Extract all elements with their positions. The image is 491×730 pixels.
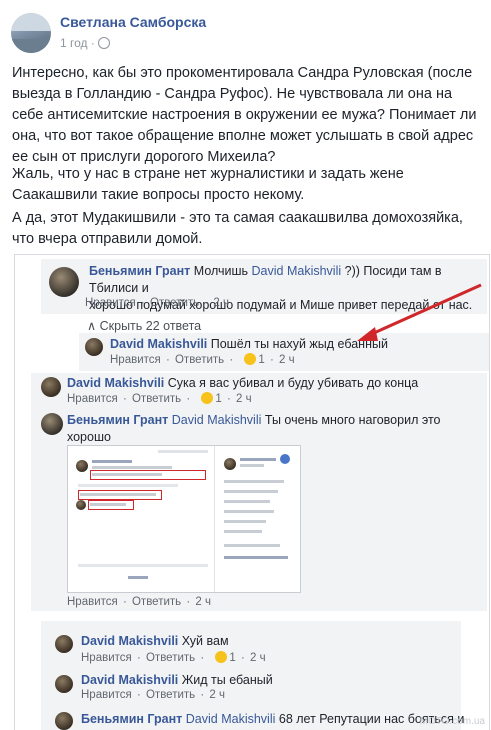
commenter-avatar[interactable] [55,635,73,653]
post-author[interactable]: Светлана Самборска [60,14,206,30]
comment-text: David Makishvili Жид ты ебаный [81,673,273,687]
post-paragraph-1: Интересно, как бы это прокоментировала С… [12,65,477,165]
commenter-name[interactable]: David Makishvili [81,673,178,687]
comment-time[interactable]: 2 ч [236,393,252,405]
commenter-avatar[interactable] [55,675,73,693]
watermark: MOTO.com.ua [419,716,485,727]
commenter-name[interactable]: David Makishvili [67,376,164,390]
like-button[interactable]: Нравится [67,393,118,405]
like-button[interactable]: Нравится [67,596,118,608]
comment-actions: Нравится · Ответить · 1 · 2 ч [81,651,266,664]
post-paragraph-3: А да, этот Мудакишвили - это та самая са… [12,210,463,247]
haha-reaction-icon[interactable] [201,392,214,404]
reply-button[interactable]: Ответить [146,689,195,701]
author-avatar[interactable] [11,13,51,53]
comment-text: Беньямин Грант David Makishvili 68 лет Р… [81,712,465,726]
commenter-name[interactable]: Беньямин Грант [67,413,168,427]
meta-dot: · [90,36,95,50]
mention-link[interactable]: David Makishvili [172,413,262,427]
like-button[interactable]: Нравится [81,652,132,664]
comments-screenshot: Беньямин Грант Молчишь David Makishvili … [14,254,490,730]
globe-icon[interactable] [98,37,111,49]
commenter-avatar[interactable] [55,712,73,730]
comment-text: Беньямин Грант David Makishvili Ты очень… [67,413,441,444]
post-time[interactable]: 1 год [60,36,88,50]
commenter-avatar[interactable] [41,377,61,397]
reply-button[interactable]: Ответить [146,652,195,664]
comment-text: David Makishvili Сука я вас убивал и буд… [67,376,419,390]
comment-text: David Makishvili Хуй вам [81,634,229,648]
attached-screenshot-image[interactable] [67,445,301,593]
post-paragraph-2: Жаль, что у нас в стране нет журналистик… [12,166,404,203]
reaction-count: 1 [229,652,236,664]
comment-time[interactable]: 2 ч [195,596,211,608]
comment-actions: Нравится · Ответить · 2 ч [67,596,211,608]
like-button[interactable]: Нравится [81,689,132,701]
haha-reaction-icon[interactable] [215,651,228,663]
reply-button[interactable]: Ответить [132,596,181,608]
comment-actions: Нравится · Ответить · 1 · 2 ч [67,392,252,405]
comment-time[interactable]: 2 ч [250,652,266,664]
commenter-avatar[interactable] [41,413,63,435]
reaction-count: 1 [215,393,222,405]
commenter-name[interactable]: David Makishvili [81,634,178,648]
commenter-name[interactable]: Беньямин Грант [81,712,182,726]
mention-link[interactable]: David Makishvili [186,712,276,726]
reply-button[interactable]: Ответить [132,393,181,405]
post-meta: 1 год · [60,36,111,50]
comment-time[interactable]: 2 ч [209,689,225,701]
comment-actions: Нравится · Ответить · 2 ч [81,689,225,701]
